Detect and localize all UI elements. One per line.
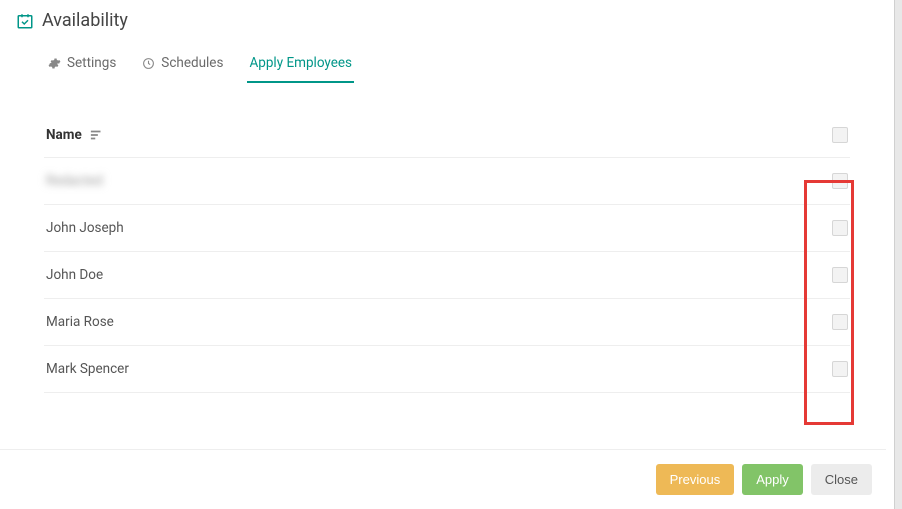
employee-name: Maria Rose [46, 314, 114, 330]
employee-name: Redacted [46, 173, 103, 189]
select-all-checkbox[interactable] [832, 127, 848, 143]
employee-name: John Joseph [46, 220, 124, 236]
row-checkbox[interactable] [832, 314, 848, 330]
previous-button[interactable]: Previous [656, 464, 735, 495]
employee-table: Name Redacted John Joseph John Doe [14, 113, 880, 393]
tab-label: Schedules [161, 55, 223, 71]
tabs: Settings Schedules Apply Employees [14, 49, 880, 83]
page-header: Availability [14, 10, 880, 31]
row-checkbox[interactable] [832, 267, 848, 283]
page-title: Availability [42, 10, 128, 31]
gear-icon [48, 57, 61, 70]
employee-name: John Doe [46, 267, 103, 283]
calendar-check-icon [16, 12, 34, 30]
tab-settings[interactable]: Settings [46, 49, 118, 83]
apply-button[interactable]: Apply [742, 464, 803, 495]
table-row: Mark Spencer [44, 346, 850, 393]
table-header: Name [44, 113, 850, 158]
row-checkbox[interactable] [832, 220, 848, 236]
row-checkbox[interactable] [832, 173, 848, 189]
tab-schedules[interactable]: Schedules [140, 49, 225, 83]
column-header-name[interactable]: Name [46, 127, 82, 143]
clock-icon [142, 57, 155, 70]
table-row: Maria Rose [44, 299, 850, 346]
employee-name: Mark Spencer [46, 361, 129, 377]
tab-apply-employees[interactable]: Apply Employees [247, 49, 354, 83]
sort-icon[interactable] [90, 128, 104, 142]
tab-label: Apply Employees [249, 55, 352, 71]
footer: Previous Apply Close [0, 449, 886, 509]
close-button[interactable]: Close [811, 464, 872, 495]
row-checkbox[interactable] [832, 361, 848, 377]
vertical-scrollbar[interactable] [894, 0, 902, 509]
table-row: Redacted [44, 158, 850, 205]
table-row: John Joseph [44, 205, 850, 252]
tab-label: Settings [67, 55, 116, 71]
table-row: John Doe [44, 252, 850, 299]
